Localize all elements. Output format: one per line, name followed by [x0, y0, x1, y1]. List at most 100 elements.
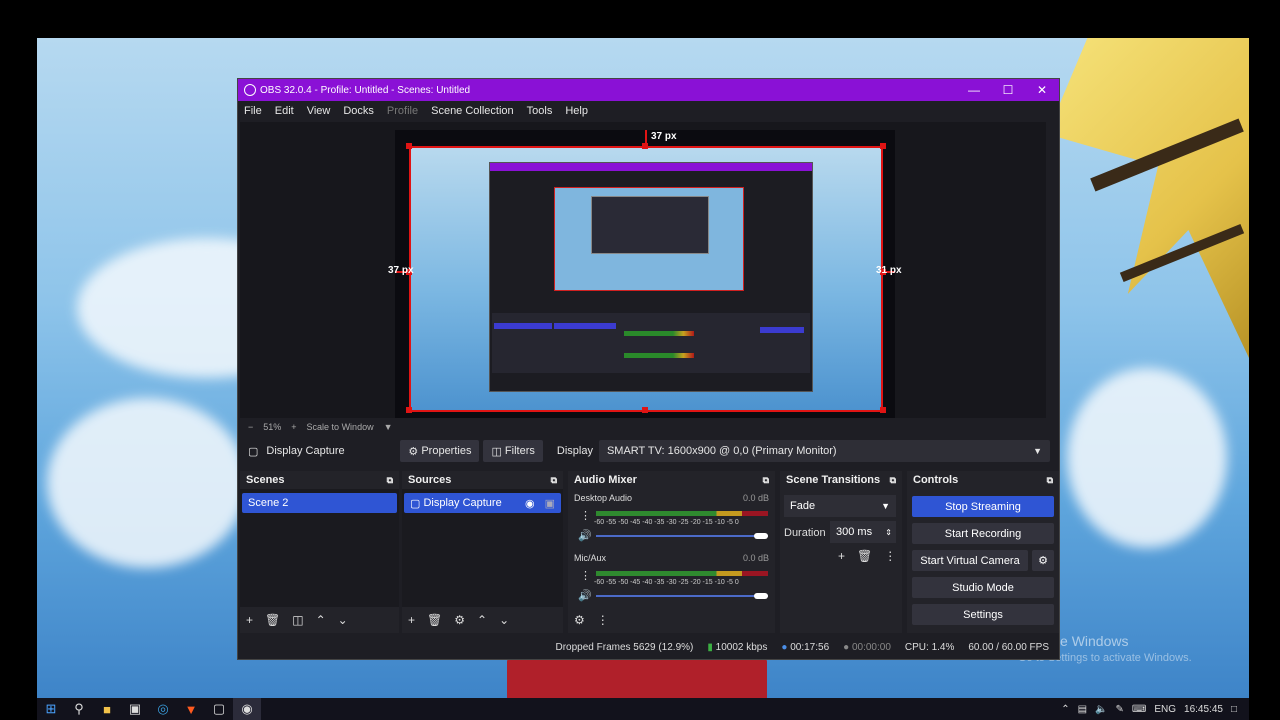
display-select[interactable]: SMART TV: 1600x900 @ 0,0 (Primary Monito…: [598, 440, 1050, 462]
clock[interactable]: 16:45:45: [1184, 704, 1223, 715]
taskbar: ⊞ ⚲ ■ ▣ ◎ ▼ ▢ ◉ ⌃ ▤ 🔈 ✎ ⌨ ENG 16:45:45 □: [37, 698, 1249, 720]
move-down-button[interactable]: ⌄: [338, 613, 348, 627]
mixer-title: Audio Mixer: [574, 474, 637, 486]
zoom-out-button[interactable]: −: [248, 422, 253, 432]
transitions-title: Scene Transitions: [786, 474, 881, 486]
start-recording-button[interactable]: Start Recording: [912, 523, 1054, 544]
close-button[interactable]: ✕: [1025, 83, 1059, 97]
undock-icon[interactable]: ⧉: [1047, 475, 1053, 486]
scale-dropdown-icon[interactable]: ▼: [384, 422, 393, 432]
scenes-title: Scenes: [246, 474, 285, 486]
lock-icon[interactable]: ▣: [545, 497, 555, 510]
move-up-button[interactable]: ⌃: [316, 613, 326, 627]
source-toolbar: ▢ Display Capture ⚙ Properties ◫ Filters…: [240, 439, 1058, 463]
transition-menu-icon[interactable]: ⋮: [884, 549, 896, 563]
menu-edit[interactable]: Edit: [269, 105, 301, 117]
undock-icon[interactable]: ⧉: [763, 475, 769, 486]
move-up-button[interactable]: ⌃: [477, 613, 487, 627]
monitor-icon: ▢: [410, 497, 424, 510]
undock-icon[interactable]: ⧉: [890, 475, 896, 486]
properties-button[interactable]: ⚙ Properties: [400, 440, 480, 462]
display-capture-preview[interactable]: [409, 146, 883, 412]
scene-filters-button[interactable]: ◫: [292, 613, 303, 627]
menu-scene-collection[interactable]: Scene Collection: [425, 105, 521, 117]
remove-scene-button[interactable]: 🗑: [265, 613, 280, 627]
volume-knob[interactable]: [754, 593, 768, 599]
status-bar: Dropped Frames 5629 (12.9%) ▮ 10002 kbps…: [238, 635, 1059, 659]
controls-title: Controls: [913, 474, 959, 486]
speaker-icon[interactable]: 🔊: [578, 589, 592, 602]
track-menu-icon[interactable]: ⋮: [580, 509, 591, 522]
spin-arrows-icon[interactable]: ⇕: [885, 528, 892, 537]
windows-start-icon[interactable]: ⊞: [37, 698, 65, 720]
menu-help[interactable]: Help: [559, 105, 595, 117]
visibility-eye-icon[interactable]: ◉: [525, 497, 535, 510]
remove-source-button[interactable]: 🗑: [427, 613, 442, 627]
move-down-button[interactable]: ⌄: [499, 613, 509, 627]
zoom-level: 51%: [263, 422, 282, 432]
edge-icon[interactable]: ◎: [149, 698, 177, 720]
speaker-icon[interactable]: 🔊: [578, 529, 592, 542]
undock-icon[interactable]: ⧉: [387, 475, 393, 486]
add-scene-button[interactable]: +: [246, 613, 253, 627]
add-transition-button[interactable]: +: [838, 549, 845, 563]
mixer-menu-icon[interactable]: ⋮: [597, 613, 609, 627]
settings-button[interactable]: Settings: [912, 604, 1054, 625]
advanced-audio-gear-icon[interactable]: ⚙: [574, 613, 585, 627]
menu-tools[interactable]: Tools: [521, 105, 560, 117]
file-explorer-icon[interactable]: ■: [93, 698, 121, 720]
studio-mode-button[interactable]: Studio Mode: [912, 577, 1054, 598]
pen-icon[interactable]: ✎: [1116, 704, 1124, 715]
terminal-icon[interactable]: ▢: [205, 698, 233, 720]
volume-slider[interactable]: [596, 595, 768, 597]
stream-time: ● 00:17:56: [781, 641, 830, 653]
sources-title: Sources: [408, 474, 452, 486]
volume-slider[interactable]: [596, 535, 768, 537]
network-icon[interactable]: ▤: [1078, 704, 1087, 715]
transition-select[interactable]: Fade ▼: [784, 495, 896, 517]
scale-mode-select[interactable]: Scale to Window: [307, 422, 374, 432]
duration-label: Duration: [784, 527, 826, 539]
virtual-camera-settings-gear-icon[interactable]: ⚙: [1032, 550, 1054, 571]
remove-transition-button[interactable]: 🗑: [857, 549, 872, 563]
dropped-frames: Dropped Frames 5629 (12.9%): [555, 641, 694, 653]
source-properties-button[interactable]: ⚙: [454, 613, 465, 627]
chevron-up-icon[interactable]: ⌃: [1061, 704, 1069, 715]
language-indicator[interactable]: ENG: [1154, 704, 1176, 715]
notifications-icon[interactable]: □: [1231, 704, 1237, 715]
volume-icon[interactable]: 🔈: [1095, 704, 1107, 715]
zoom-in-button[interactable]: +: [291, 422, 296, 432]
selected-source-name: Display Capture: [266, 445, 345, 457]
track-menu-icon[interactable]: ⋮: [580, 569, 591, 582]
measure-right: 31 px: [876, 265, 902, 276]
filters-button[interactable]: ◫ Filters: [483, 440, 543, 462]
cpu-usage: CPU: 1.4%: [904, 641, 955, 653]
scene-item[interactable]: Scene 2: [242, 493, 397, 513]
start-virtual-camera-button[interactable]: Start Virtual Camera: [912, 550, 1028, 571]
store-icon[interactable]: ▣: [121, 698, 149, 720]
menu-profile[interactable]: Profile: [381, 105, 425, 117]
gear-icon: ⚙: [408, 445, 422, 458]
obs-taskbar-icon[interactable]: ◉: [233, 698, 261, 720]
audio-mixer-dock: Audio Mixer ⧉ Desktop Audio 0.0 dB ⋮ -60 …: [568, 471, 775, 633]
preview-canvas[interactable]: [395, 130, 895, 418]
menu-view[interactable]: View: [301, 105, 338, 117]
menu-bar: File Edit View Docks Profile Scene Colle…: [238, 101, 1059, 121]
chevron-down-icon: ▼: [881, 501, 890, 511]
volume-knob[interactable]: [754, 533, 768, 539]
minimize-button[interactable]: —: [957, 83, 991, 97]
preview-area[interactable]: 37 px 37 px 31 px: [240, 122, 1046, 418]
menu-docks[interactable]: Docks: [337, 105, 381, 117]
menu-file[interactable]: File: [238, 105, 269, 117]
add-source-button[interactable]: +: [408, 613, 415, 627]
track-db: 0.0 dB: [742, 493, 769, 503]
keyboard-icon[interactable]: ⌨: [1132, 704, 1146, 715]
duration-spinbox[interactable]: 300 ms ⇕: [830, 521, 896, 543]
source-item[interactable]: ▢ Display Capture ◉ ▣: [404, 493, 561, 513]
stop-streaming-button[interactable]: Stop Streaming: [912, 496, 1054, 517]
maximize-button[interactable]: ☐: [991, 83, 1025, 97]
search-icon[interactable]: ⚲: [65, 698, 93, 720]
brave-icon[interactable]: ▼: [177, 698, 205, 720]
monitor-icon: ▢: [248, 445, 259, 458]
undock-icon[interactable]: ⧉: [551, 475, 557, 486]
